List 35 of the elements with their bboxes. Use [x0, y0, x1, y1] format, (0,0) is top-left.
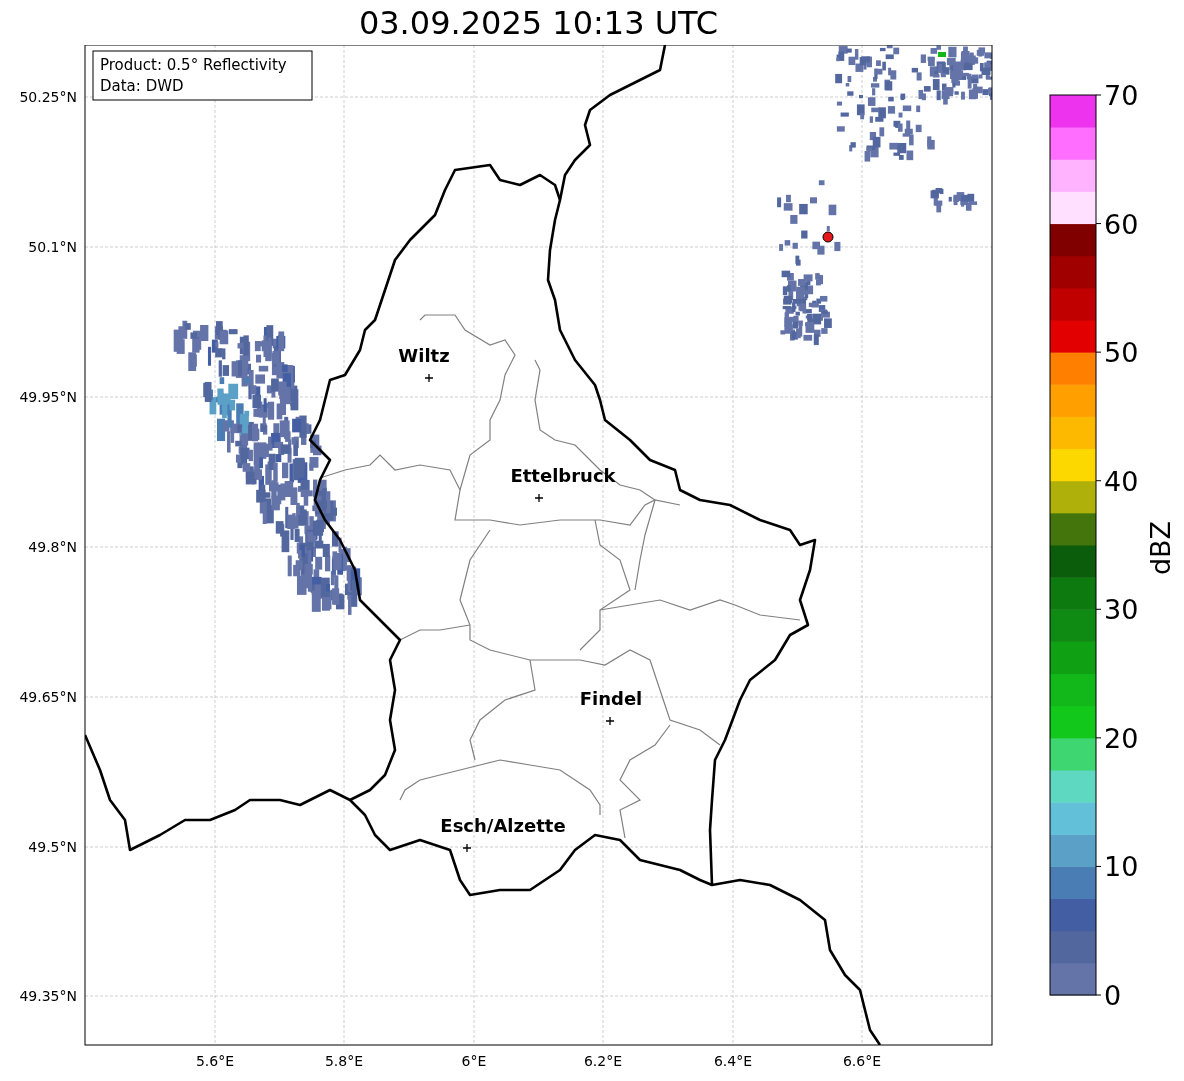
- colorbar-label: dBZ: [1145, 520, 1176, 576]
- colorbar-tick-label: 30: [1104, 594, 1139, 626]
- city-marker-icon: [534, 493, 544, 503]
- radar-echo-icon: [938, 52, 946, 57]
- colorbar-tick-label: 50: [1104, 337, 1139, 369]
- info-text: Product: 0.5° Reflectivity: [100, 56, 287, 74]
- latitude-label: 50.1°N: [28, 239, 77, 255]
- longitude-label: 5.6°E: [195, 1053, 235, 1069]
- city-marker-icon: [605, 716, 615, 726]
- city-label: Esch/Alzette: [440, 815, 566, 836]
- longitude-label: 5.8°E: [324, 1053, 364, 1069]
- radar-site-marker: [822, 231, 834, 243]
- city-label: Findel: [579, 688, 643, 709]
- city-label: Wiltz: [398, 345, 450, 366]
- colorbar-tick-label: 10: [1104, 851, 1139, 883]
- latitude-label: 49.95°N: [19, 389, 77, 405]
- colorbar-tick-label: 70: [1104, 80, 1139, 111]
- longitude-label: 6.4°E: [713, 1053, 753, 1069]
- latitude-label: 49.35°N: [19, 988, 77, 1004]
- city-label: Ettelbruck: [510, 465, 616, 486]
- colorbar-tick-label: 60: [1104, 208, 1139, 240]
- colorbar-tick-label: 0: [1104, 980, 1122, 1011]
- longitude-label: 6.2°E: [583, 1053, 623, 1069]
- latitude-label: 50.25°N: [19, 89, 77, 105]
- city-marker-icon: [462, 843, 472, 853]
- colorbar-tick-label: 20: [1104, 722, 1139, 754]
- latitude-label: 49.5°N: [28, 839, 77, 855]
- latitude-label: 49.65°N: [19, 689, 77, 705]
- city-marker-icon: [424, 373, 434, 383]
- chart-title: 03.09.2025 10:13 UTC: [358, 6, 719, 39]
- longitude-label: 6.6°E: [842, 1053, 882, 1069]
- info-text: Data: DWD: [100, 77, 184, 95]
- latitude-label: 49.8°N: [28, 539, 77, 555]
- longitude-label: 6°E: [461, 1053, 487, 1069]
- colorbar-tick-label: 40: [1104, 465, 1139, 497]
